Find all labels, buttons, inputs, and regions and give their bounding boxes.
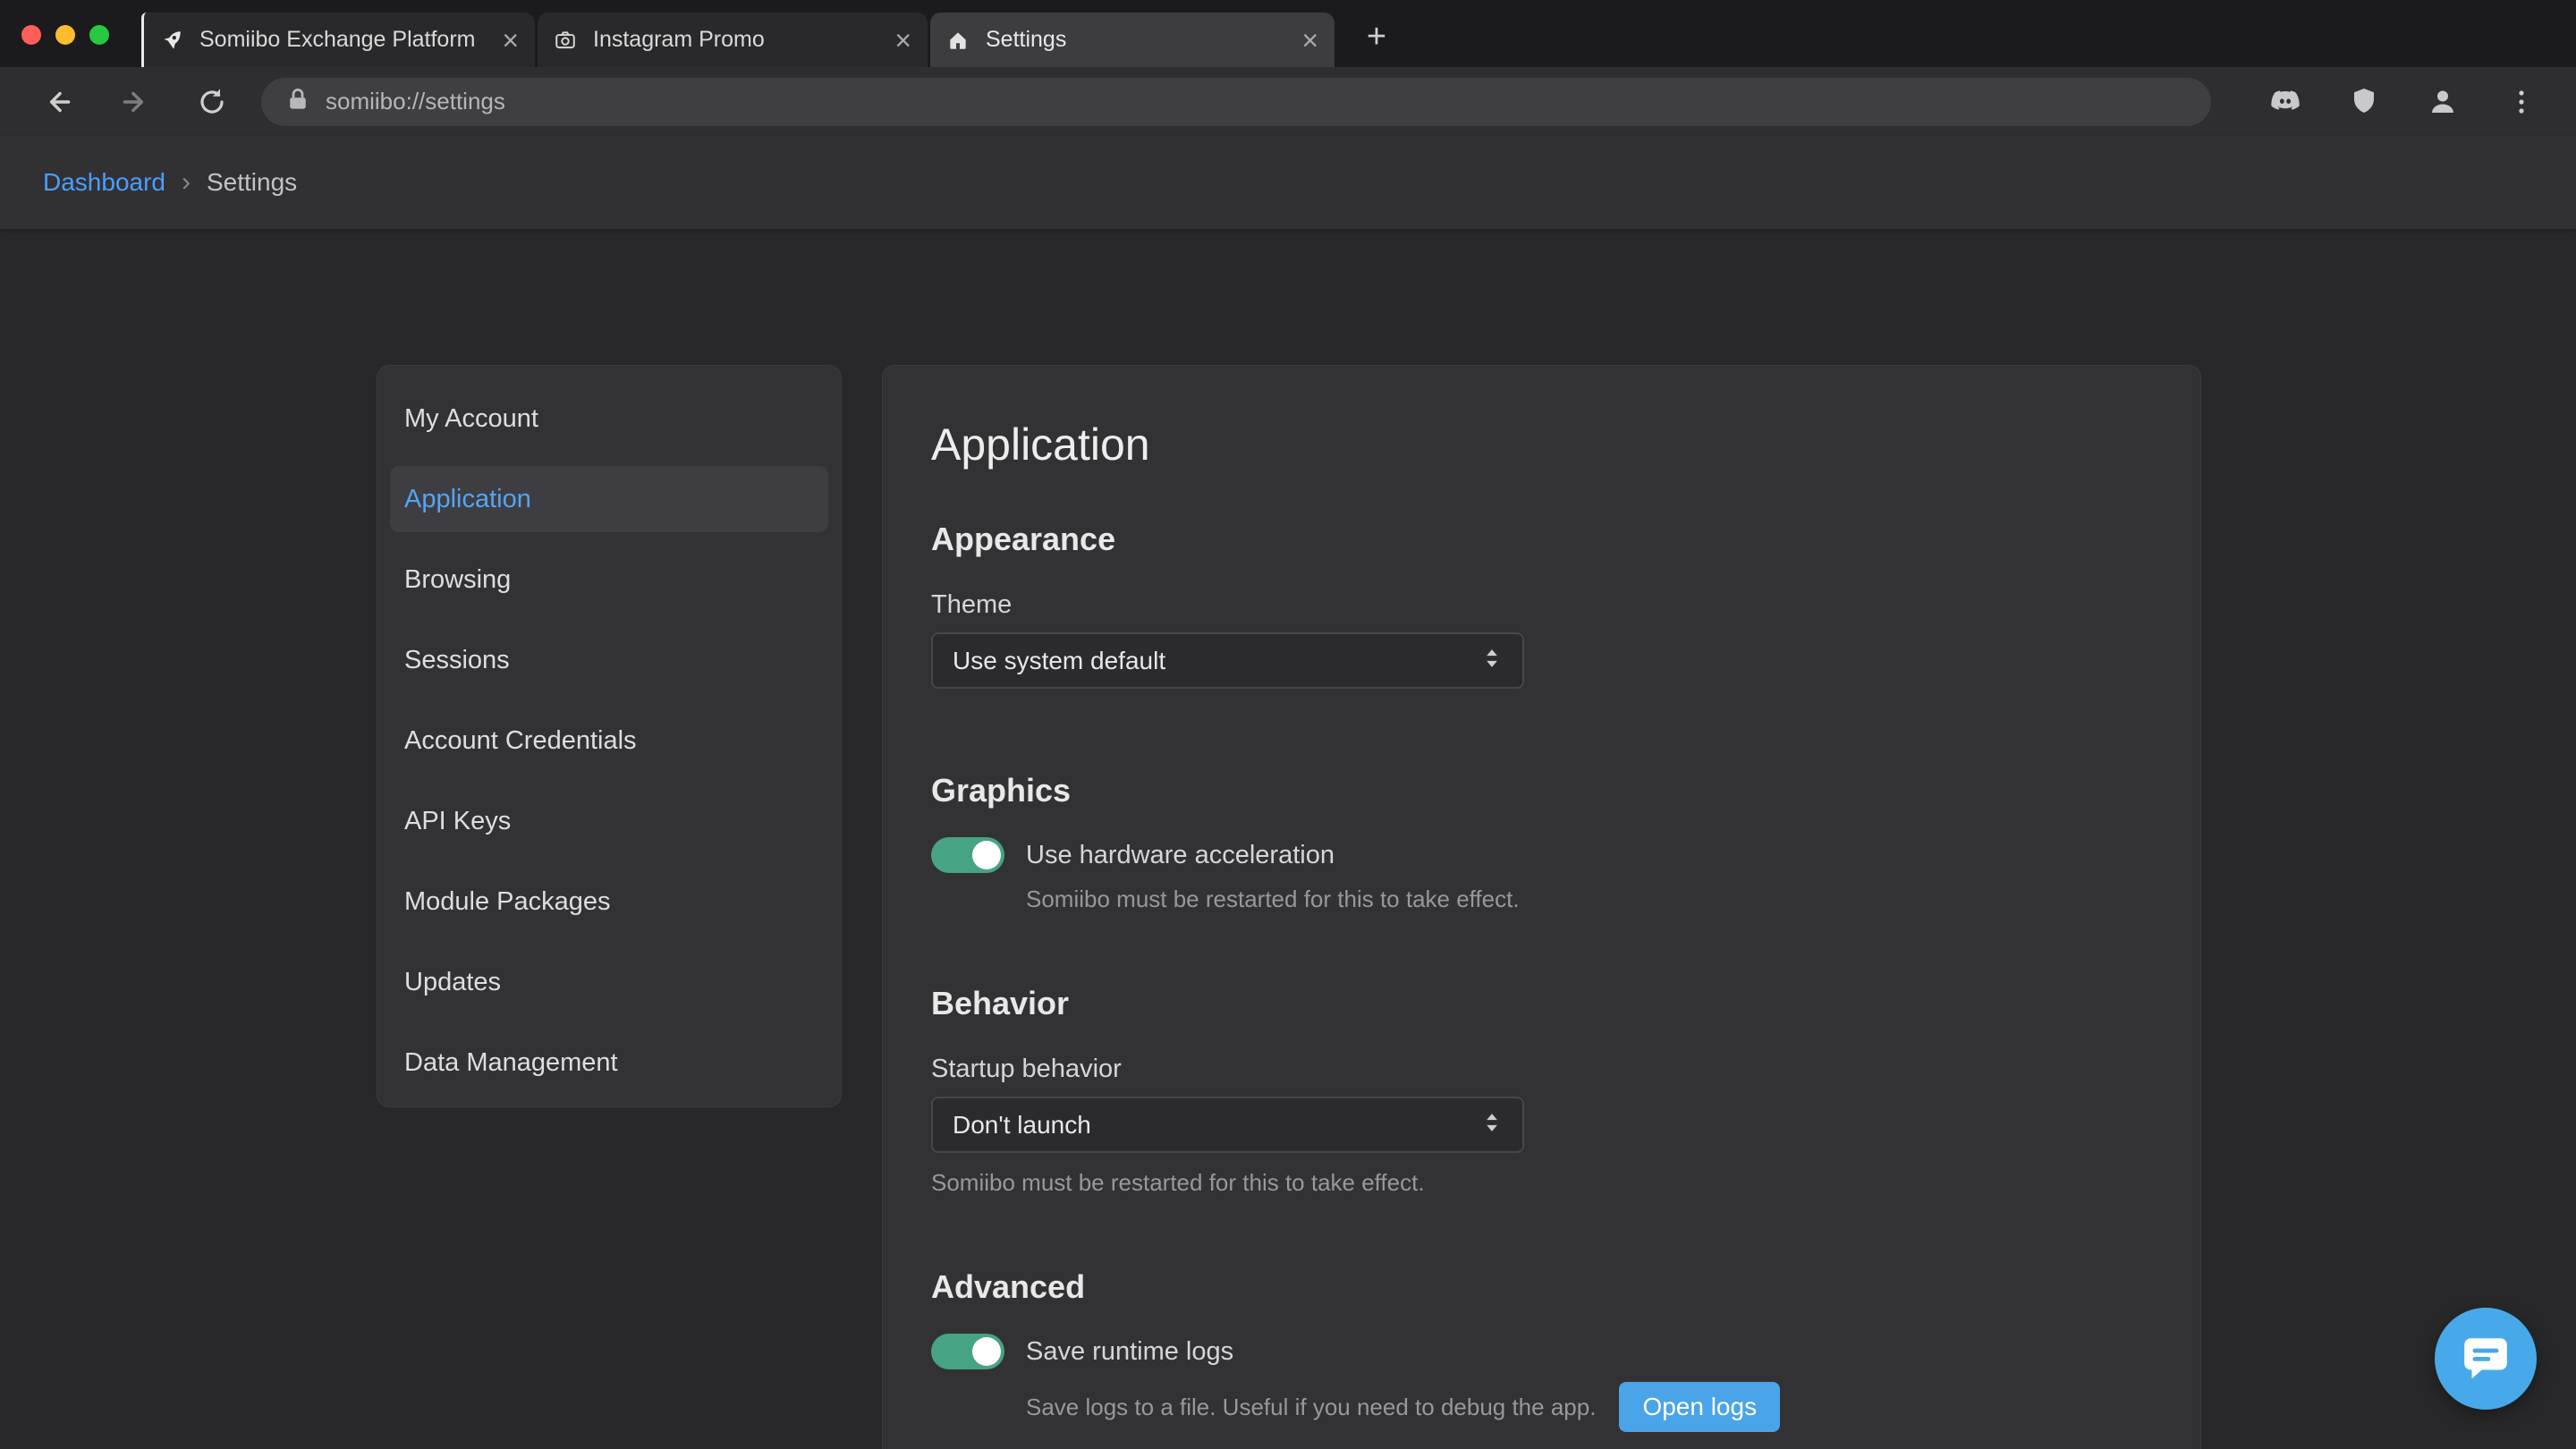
sidebar-item-module-packages[interactable]: Module Packages	[390, 869, 828, 935]
theme-select[interactable]: Use system default	[931, 632, 1524, 689]
home-icon	[946, 28, 971, 53]
chat-bubble-icon	[2460, 1331, 2512, 1387]
toggle-knob	[972, 1337, 1001, 1366]
settings-sidebar: My Account Application Browsing Sessions…	[377, 365, 842, 1107]
settings-content-panel: Application Appearance Theme Use system …	[882, 365, 2201, 1449]
forward-button[interactable]	[118, 85, 152, 119]
close-tab-icon[interactable]: ×	[502, 26, 519, 55]
profile-icon[interactable]	[2426, 85, 2460, 119]
back-button[interactable]	[41, 85, 75, 119]
startup-behavior-select[interactable]: Don't launch	[931, 1097, 1524, 1153]
save-runtime-logs-toggle[interactable]	[931, 1334, 1004, 1369]
tab-label: Somiibo Exchange Platform	[199, 27, 486, 53]
tab-strip: Somiibo Exchange Platform × Instagram Pr…	[141, 13, 1400, 67]
sidebar-item-api-keys[interactable]: API Keys	[390, 788, 828, 854]
section-heading-behavior: Behavior	[931, 984, 2152, 1023]
save-runtime-logs-row: Save runtime logs	[931, 1334, 2152, 1369]
hardware-acceleration-toggle[interactable]	[931, 837, 1004, 873]
discord-icon[interactable]	[2268, 85, 2302, 119]
settings-page: My Account Application Browsing Sessions…	[0, 229, 2576, 1449]
lock-icon	[284, 86, 311, 117]
sidebar-item-my-account[interactable]: My Account	[390, 386, 828, 452]
page-title: Application	[931, 418, 2152, 471]
sidebar-item-data-management[interactable]: Data Management	[390, 1030, 828, 1096]
close-window-button[interactable]	[21, 25, 41, 45]
save-runtime-logs-label: Save runtime logs	[1026, 1337, 1233, 1367]
advanced-helper-text: Save logs to a file. Useful if you need …	[1026, 1394, 1596, 1420]
breadcrumb-dashboard-link[interactable]: Dashboard	[43, 168, 165, 197]
chat-support-button[interactable]	[2435, 1308, 2537, 1410]
tab-somiibo-exchange-platform[interactable]: Somiibo Exchange Platform ×	[141, 13, 535, 67]
window-titlebar: Somiibo Exchange Platform × Instagram Pr…	[0, 0, 2576, 67]
address-bar[interactable]: somiibo://settings	[261, 78, 2211, 126]
close-tab-icon[interactable]: ×	[894, 26, 911, 55]
breadcrumb-current: Settings	[207, 168, 297, 197]
sidebar-item-sessions[interactable]: Sessions	[390, 627, 828, 693]
toggle-knob	[972, 841, 1001, 869]
select-chevrons-icon	[1481, 1110, 1503, 1140]
tab-instagram-promo[interactable]: Instagram Promo ×	[538, 13, 928, 67]
somiibo-logo-icon	[160, 28, 185, 53]
tab-settings[interactable]: Settings ×	[930, 13, 1335, 67]
tab-label: Instagram Promo	[593, 27, 878, 53]
breadcrumb-separator: ›	[182, 167, 191, 198]
window-controls	[21, 25, 109, 45]
sidebar-item-application[interactable]: Application	[390, 466, 828, 532]
new-tab-button[interactable]: +	[1353, 13, 1400, 60]
select-chevrons-icon	[1481, 646, 1503, 675]
graphics-helper-text: Somiibo must be restarted for this to ta…	[1026, 886, 2152, 912]
sidebar-item-browsing[interactable]: Browsing	[390, 547, 828, 613]
startup-behavior-label: Startup behavior	[931, 1054, 2152, 1084]
section-heading-appearance: Appearance	[931, 520, 2152, 559]
navbar-actions	[2268, 85, 2551, 119]
hardware-acceleration-row: Use hardware acceleration	[931, 837, 2152, 873]
zoom-window-button[interactable]	[89, 25, 109, 45]
startup-behavior-select-value: Don't launch	[953, 1111, 1481, 1140]
section-heading-graphics: Graphics	[931, 771, 2152, 810]
close-tab-icon[interactable]: ×	[1301, 26, 1318, 55]
tab-label: Settings	[986, 27, 1285, 53]
theme-select-value: Use system default	[953, 647, 1481, 675]
menu-kebab-icon[interactable]	[2504, 85, 2538, 119]
sidebar-item-account-credentials[interactable]: Account Credentials	[390, 708, 828, 774]
minimize-window-button[interactable]	[55, 25, 75, 45]
hardware-acceleration-label: Use hardware acceleration	[1026, 841, 1335, 870]
advanced-helper-row: Save logs to a file. Useful if you need …	[1026, 1382, 2152, 1432]
url-text: somiibo://settings	[326, 88, 505, 115]
sidebar-item-updates[interactable]: Updates	[390, 949, 828, 1015]
browser-navbar: somiibo://settings	[0, 67, 2576, 136]
section-heading-advanced: Advanced	[931, 1267, 2152, 1307]
behavior-helper-text: Somiibo must be restarted for this to ta…	[931, 1169, 2152, 1196]
open-logs-button[interactable]: Open logs	[1619, 1382, 1780, 1432]
reload-button[interactable]	[195, 85, 229, 119]
camera-icon	[554, 28, 579, 53]
breadcrumb: Dashboard › Settings	[0, 136, 2576, 229]
theme-label: Theme	[931, 589, 2152, 620]
shield-icon[interactable]	[2347, 85, 2381, 119]
